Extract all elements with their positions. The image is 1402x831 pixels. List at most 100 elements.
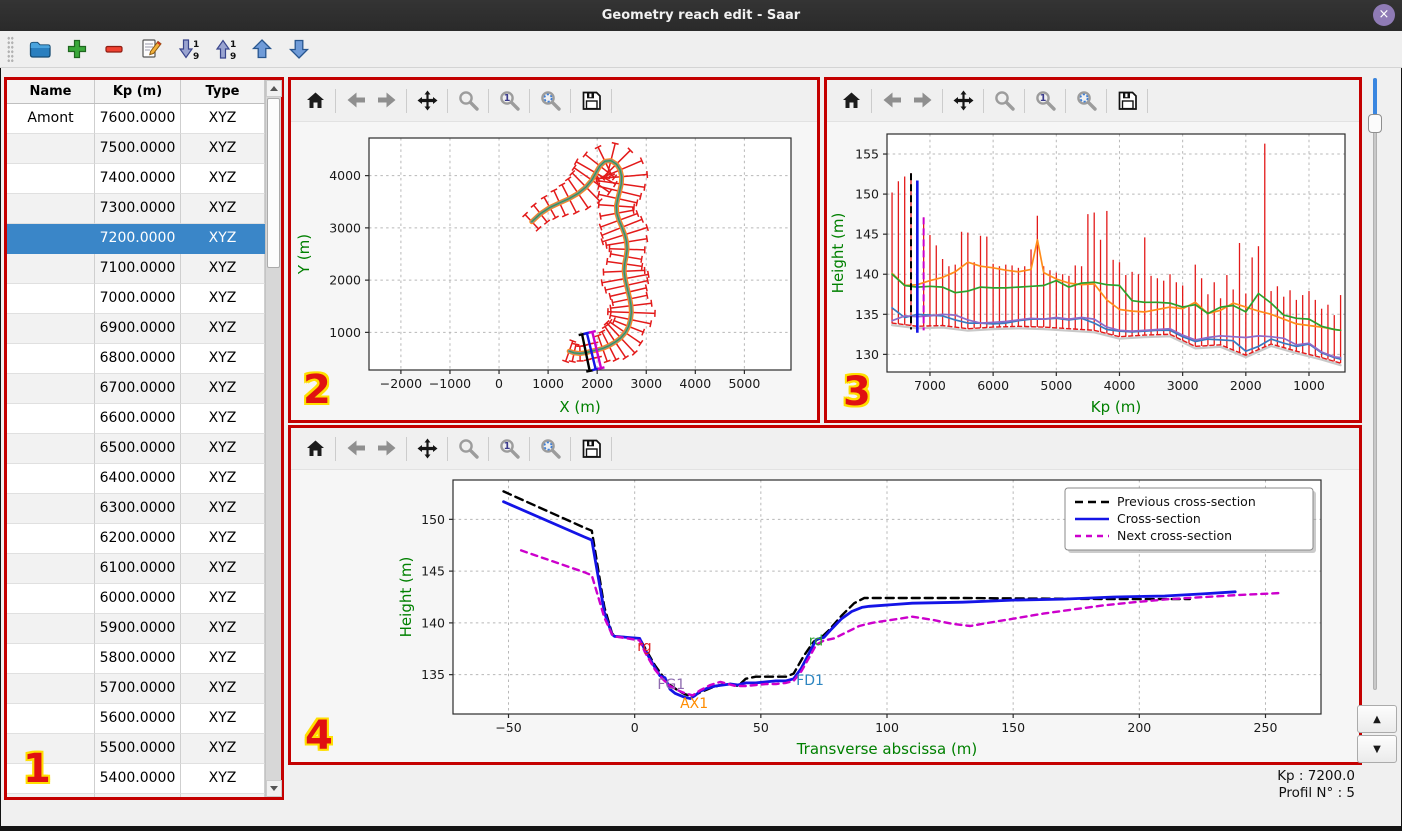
profile-up-button[interactable]: ▲	[1357, 705, 1397, 733]
table-row[interactable]: 6400.0000 XYZ	[7, 464, 265, 494]
cell-name	[7, 314, 95, 344]
scrollbar-thumb[interactable]	[267, 98, 280, 268]
pan-icon[interactable]	[412, 434, 442, 464]
move-down-icon[interactable]	[285, 35, 313, 63]
zoom-initial-icon[interactable]: 1	[494, 86, 524, 116]
header-name[interactable]: Name	[7, 80, 95, 103]
header-type[interactable]: Type	[181, 80, 265, 103]
table-row[interactable]: 7400.0000 XYZ	[7, 164, 265, 194]
home-icon[interactable]	[300, 86, 330, 116]
table-row[interactable]: 7200.0000 XYZ	[7, 224, 265, 254]
back-icon[interactable]	[341, 434, 371, 464]
table-row[interactable]: 5700.0000 XYZ	[7, 674, 265, 704]
save-icon[interactable]	[576, 86, 606, 116]
toolbar-separator	[570, 436, 571, 461]
cell-type: XYZ	[181, 374, 265, 404]
cell-name	[7, 404, 95, 434]
table-row[interactable]: 6500.0000 XYZ	[7, 434, 265, 464]
home-icon[interactable]	[300, 434, 330, 464]
table-row[interactable]: 6100.0000 XYZ	[7, 554, 265, 584]
table-row[interactable]: 5600.0000 XYZ	[7, 704, 265, 734]
table-row[interactable]: 6300.0000 XYZ	[7, 494, 265, 524]
long-profile-plot[interactable]: 7000 6000 5000 4000 3000 2000 1000 130 135 140 145…	[827, 122, 1359, 420]
svg-text:Next cross-section: Next cross-section	[1117, 528, 1232, 543]
cell-kp: 6500.0000	[95, 434, 181, 464]
cell-name	[7, 764, 95, 794]
cell-type: XYZ	[181, 404, 265, 434]
toolbar-separator	[335, 436, 336, 461]
table-row[interactable]: 6000.0000 XYZ	[7, 584, 265, 614]
pan-icon[interactable]	[412, 86, 442, 116]
forward-icon[interactable]	[371, 86, 401, 116]
cell-type: XYZ	[181, 494, 265, 524]
titlebar[interactable]: Geometry reach edit - Saar ×	[0, 0, 1402, 31]
toolbar-separator	[1024, 88, 1025, 113]
zoom-icon[interactable]	[453, 434, 483, 464]
window-bottom-edge	[0, 826, 1402, 831]
table-row[interactable]: 5900.0000 XYZ	[7, 614, 265, 644]
header-kp[interactable]: Kp (m)	[95, 80, 181, 103]
home-icon[interactable]	[836, 86, 866, 116]
cell-kp: 7200.0000	[95, 224, 181, 254]
cell-name	[7, 674, 95, 704]
table-row[interactable]: 7100.0000 XYZ	[7, 254, 265, 284]
table-row[interactable]: Amont 7600.0000 XYZ	[7, 104, 265, 134]
add-icon[interactable]	[63, 35, 91, 63]
sort-ascending-icon[interactable]: 19	[211, 35, 239, 63]
zoom-fit-icon[interactable]	[535, 86, 565, 116]
sort-descending-icon[interactable]: 19	[174, 35, 202, 63]
svg-text:FD1: FD1	[796, 673, 824, 689]
profile-down-button[interactable]: ▼	[1357, 735, 1397, 763]
zoom-fit-icon[interactable]	[1071, 86, 1101, 116]
save-icon[interactable]	[576, 434, 606, 464]
cross-section-plot[interactable]: −50 0 50 100 150 200 250 135 140 145 150 Transverse…	[291, 470, 1359, 762]
table-row[interactable]: 5400.0000 XYZ	[7, 764, 265, 794]
zoom-fit-icon[interactable]	[535, 434, 565, 464]
cell-kp: 6400.0000	[95, 464, 181, 494]
edit-icon[interactable]	[137, 35, 165, 63]
table-row[interactable]: 6600.0000 XYZ	[7, 404, 265, 434]
back-icon[interactable]	[877, 86, 907, 116]
svg-text:Cross-section: Cross-section	[1117, 511, 1201, 526]
zoom-initial-icon[interactable]: 1	[494, 434, 524, 464]
table-row[interactable]: 5800.0000 XYZ	[7, 644, 265, 674]
table-row[interactable]: 7500.0000 XYZ	[7, 134, 265, 164]
slider-handle[interactable]	[1368, 114, 1382, 133]
save-icon[interactable]	[1112, 86, 1142, 116]
cell-kp: 6100.0000	[95, 554, 181, 584]
table-row[interactable]: 5300.0000XYZ	[7, 794, 265, 797]
toolbar-drag-handle[interactable]	[7, 36, 14, 62]
forward-icon[interactable]	[907, 86, 937, 116]
plan-view-panel: 1 −2000 −1000 0 1000 2000 3000 4000 5000 1000 200…	[288, 77, 820, 423]
remove-icon[interactable]	[100, 35, 128, 63]
slider-track[interactable]	[1373, 78, 1377, 690]
cell-type: XYZ	[181, 104, 265, 134]
close-button[interactable]: ×	[1373, 4, 1395, 26]
profile-slider[interactable]	[1367, 78, 1383, 690]
pan-icon[interactable]	[948, 86, 978, 116]
plan-plot[interactable]: −2000 −1000 0 1000 2000 3000 4000 5000 1000 2000 3…	[291, 122, 817, 420]
zoom-icon[interactable]	[453, 86, 483, 116]
scroll-up-button[interactable]	[266, 80, 282, 97]
zoom-icon[interactable]	[989, 86, 1019, 116]
open-folder-icon[interactable]	[26, 35, 54, 63]
table-row[interactable]: 6900.0000 XYZ	[7, 314, 265, 344]
table-row[interactable]: 6700.0000 XYZ	[7, 374, 265, 404]
table-row[interactable]: 7000.0000 XYZ	[7, 284, 265, 314]
table-row[interactable]: 7300.0000 XYZ	[7, 194, 265, 224]
table-row[interactable]: 5500.0000 XYZ	[7, 734, 265, 764]
table-row[interactable]: 6200.0000 XYZ	[7, 524, 265, 554]
scroll-down-button[interactable]	[266, 780, 282, 797]
toolbar-separator	[335, 88, 336, 113]
back-icon[interactable]	[341, 86, 371, 116]
cell-name	[7, 134, 95, 164]
cell-name	[7, 524, 95, 554]
cell-type: XYZ	[181, 794, 265, 797]
move-up-icon[interactable]	[248, 35, 276, 63]
table-scrollbar[interactable]	[265, 80, 282, 797]
svg-text:1: 1	[503, 93, 510, 104]
cell-type: XYZ	[181, 554, 265, 584]
zoom-initial-icon[interactable]: 1	[1030, 86, 1060, 116]
forward-icon[interactable]	[371, 434, 401, 464]
table-row[interactable]: 6800.0000 XYZ	[7, 344, 265, 374]
